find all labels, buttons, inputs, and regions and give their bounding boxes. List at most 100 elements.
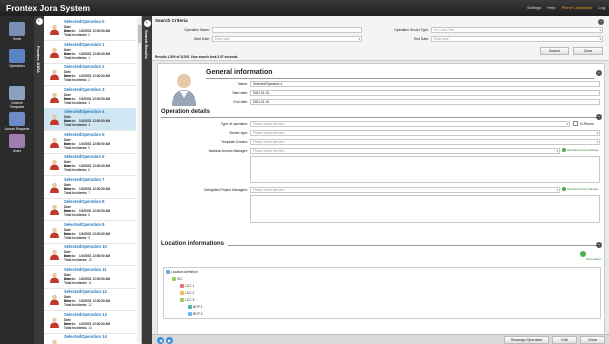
list-item[interactable]: SelectedOperation 0 Date from: 1/1/0001 12… xyxy=(44,18,136,41)
list-scrollbar[interactable] xyxy=(137,17,141,343)
start-date-field[interactable]: 0001-01-01 xyxy=(250,90,600,96)
reassign-operation-button[interactable]: Reassign Operation xyxy=(504,335,549,344)
tree-node-lcc1[interactable]: LCC 1 xyxy=(180,284,195,289)
dpm-select[interactable]: Please select element ... ▾ xyxy=(250,187,560,193)
logout-link[interactable]: Log xyxy=(598,5,605,10)
add-icon[interactable] xyxy=(562,148,566,152)
general-info-title: General information xyxy=(206,69,273,76)
list-item[interactable]: SelectedOperation 3 Date from: 1/1/0001 12… xyxy=(44,86,136,109)
list-item[interactable]: SelectedOperation 12 Date from: 1/1/0001 1… xyxy=(44,288,136,311)
calendar-icon[interactable]: ▾ xyxy=(599,37,601,41)
tree-node-bcp2[interactable]: BCP 2 xyxy=(188,312,202,317)
tree-node-label: BCP 1 xyxy=(193,305,203,309)
edit-button[interactable]: Edit xyxy=(552,335,577,344)
row-value: 10 xyxy=(88,258,92,262)
close-button[interactable]: Close xyxy=(580,335,605,344)
tree-node-bcp1[interactable]: BCP 1 xyxy=(188,305,203,310)
is-return-checkbox[interactable] xyxy=(573,121,578,126)
search-criteria: Search Criteria − Operation Name: Operat… xyxy=(152,16,609,61)
operation-avatar-icon xyxy=(50,294,59,305)
dpm-list-box[interactable] xyxy=(250,195,600,223)
collapse-list-icon[interactable]: ‹ xyxy=(35,18,43,25)
end-date-field[interactable]: 0001-01-01 xyxy=(250,99,600,105)
scrollbar-thumb[interactable] xyxy=(137,25,141,43)
search-results-tab[interactable]: ‹ Search Results xyxy=(142,16,152,344)
collapse-general-icon[interactable]: − xyxy=(596,70,602,76)
tree-node-label: Location definition xyxy=(171,270,198,274)
divider xyxy=(228,245,596,246)
sector-type-select[interactable]: Air, Land, Sea ... ▾ xyxy=(431,27,603,33)
collapse-location-icon[interactable]: − xyxy=(596,242,602,248)
add-icon[interactable] xyxy=(562,187,566,191)
collapse-search-icon[interactable]: ‹ xyxy=(143,20,151,27)
list-item[interactable]: SelectedOperation 10 Date from: 1/1/0001 1… xyxy=(44,243,136,266)
end-date-input[interactable]: Enter date ▾ xyxy=(431,36,603,42)
chevron-down-icon: ▾ xyxy=(596,131,598,135)
add-location-icon[interactable] xyxy=(580,251,586,257)
list-item-name: SelectedOperation 8 xyxy=(64,199,105,204)
nav-item-home[interactable]: Home xyxy=(4,22,30,41)
user-link[interactable]: Pierre Lamirande xyxy=(562,5,593,10)
nav-item-access-requests[interactable]: Access Requests xyxy=(4,112,30,131)
tree-node-icc[interactable]: ICC xyxy=(172,277,183,282)
operation-detail-panel: − General information Name: SelectedOper… xyxy=(157,63,605,341)
collapse-search-icon[interactable]: − xyxy=(598,19,604,25)
list-panel-tab[interactable]: ‹ Frontex JORA xyxy=(34,16,44,344)
list-item[interactable]: SelectedOperation 6 Date from: 1/1/0001 12… xyxy=(44,153,136,176)
add-dpm-button[interactable]: Add Frontex Access Manager xyxy=(567,188,598,191)
list-item-incidents: Total Incidents: 12 xyxy=(64,303,92,307)
list-item[interactable]: SelectedOperation 8 Date from: 1/1/0001 12… xyxy=(44,198,136,221)
row-value: 11 xyxy=(88,280,92,285)
next-icon[interactable]: ▶ xyxy=(166,336,173,344)
type-select[interactable]: Please select element ... ▾ xyxy=(250,121,570,127)
start-date-input[interactable]: Enter date ▾ xyxy=(212,36,362,42)
operation-avatar-icon xyxy=(50,114,59,125)
list-item[interactable]: SelectedOperation 14 xyxy=(44,333,136,344)
dpm-label: Delegated Project Managers: xyxy=(204,188,248,192)
top-links: Settings Help Pierre Lamirande Log xyxy=(527,5,605,10)
list-item[interactable]: SelectedOperation 11 Date from: 1/1/0001 1… xyxy=(44,266,136,289)
nam-list-box[interactable] xyxy=(250,156,600,183)
list-item-incidents: Total Incidents: 1 xyxy=(64,56,90,60)
previous-icon[interactable]: ◀ xyxy=(157,336,164,344)
calendar-icon[interactable]: ▾ xyxy=(358,37,360,41)
list-item[interactable]: SelectedOperation 5 Date from: 1/1/0001 12… xyxy=(44,131,136,154)
results-summary: Results 1-500 of 11019. Your search took… xyxy=(155,55,239,59)
tree-node-label: LCC 1 xyxy=(185,284,195,288)
list-item-name: SelectedOperation 6 xyxy=(64,154,105,159)
collapse-details-icon[interactable]: − xyxy=(596,114,602,120)
nav-item-incident-templates[interactable]: Incident Templates xyxy=(4,86,30,109)
list-item[interactable]: SelectedOperation 1 Date from: 1/1/0001 12… xyxy=(44,41,136,64)
nam-select[interactable]: Please select element ... ▾ xyxy=(250,148,560,154)
add-nam-button[interactable]: Add National Access Manager xyxy=(567,149,599,152)
chevron-down-icon: ▾ xyxy=(599,28,601,32)
tree-node-lcc3[interactable]: LCC 3 xyxy=(180,298,194,303)
list-item[interactable]: SelectedOperation 13 Date from: 1/1/0001 1… xyxy=(44,311,136,334)
border-select[interactable]: Please select element ... ▾ xyxy=(250,130,600,136)
border-label: Border type: xyxy=(229,131,248,135)
settings-link[interactable]: Settings xyxy=(527,5,541,10)
template-select[interactable]: Please select element ... ▾ xyxy=(250,139,600,145)
name-field[interactable]: SelectedOperation 4 xyxy=(250,81,600,87)
search-button[interactable]: Search xyxy=(540,47,569,55)
search-results-tab-label: Search Results xyxy=(144,30,149,59)
list-item[interactable]: SelectedOperation 4 Date from: 1/1/0001 12… xyxy=(44,108,136,131)
nav-item-label: Home xyxy=(12,37,22,41)
clear-button[interactable]: Clear xyxy=(573,47,603,55)
nav-item-operations[interactable]: Operations xyxy=(4,49,30,68)
tree-node-root[interactable]: Location definition xyxy=(166,270,198,275)
template-label: Template Creator: xyxy=(221,140,248,144)
row-label: Total Incidents: xyxy=(64,190,88,195)
list-item-name: SelectedOperation 4 xyxy=(64,109,105,114)
add-location-button[interactable]: Add Location xyxy=(586,258,601,261)
tree-node-lcc2[interactable]: LCC 2 xyxy=(180,291,195,296)
nav-item-users[interactable]: Users xyxy=(4,134,30,153)
list-item[interactable]: SelectedOperation 7 Date from: 1/1/0001 12… xyxy=(44,176,136,199)
list-item-incidents: Total Incidents: 13 xyxy=(64,326,92,330)
list-item[interactable]: SelectedOperation 9 Date from: 1/1/0001 12… xyxy=(44,221,136,244)
list-item[interactable]: SelectedOperation 2 Date from: 1/1/0001 12… xyxy=(44,63,136,86)
tree-node-label: LCC 2 xyxy=(185,291,195,295)
list-item-name: SelectedOperation 7 xyxy=(64,176,105,182)
help-link[interactable]: Help xyxy=(547,5,555,10)
operation-name-input[interactable] xyxy=(212,27,362,33)
